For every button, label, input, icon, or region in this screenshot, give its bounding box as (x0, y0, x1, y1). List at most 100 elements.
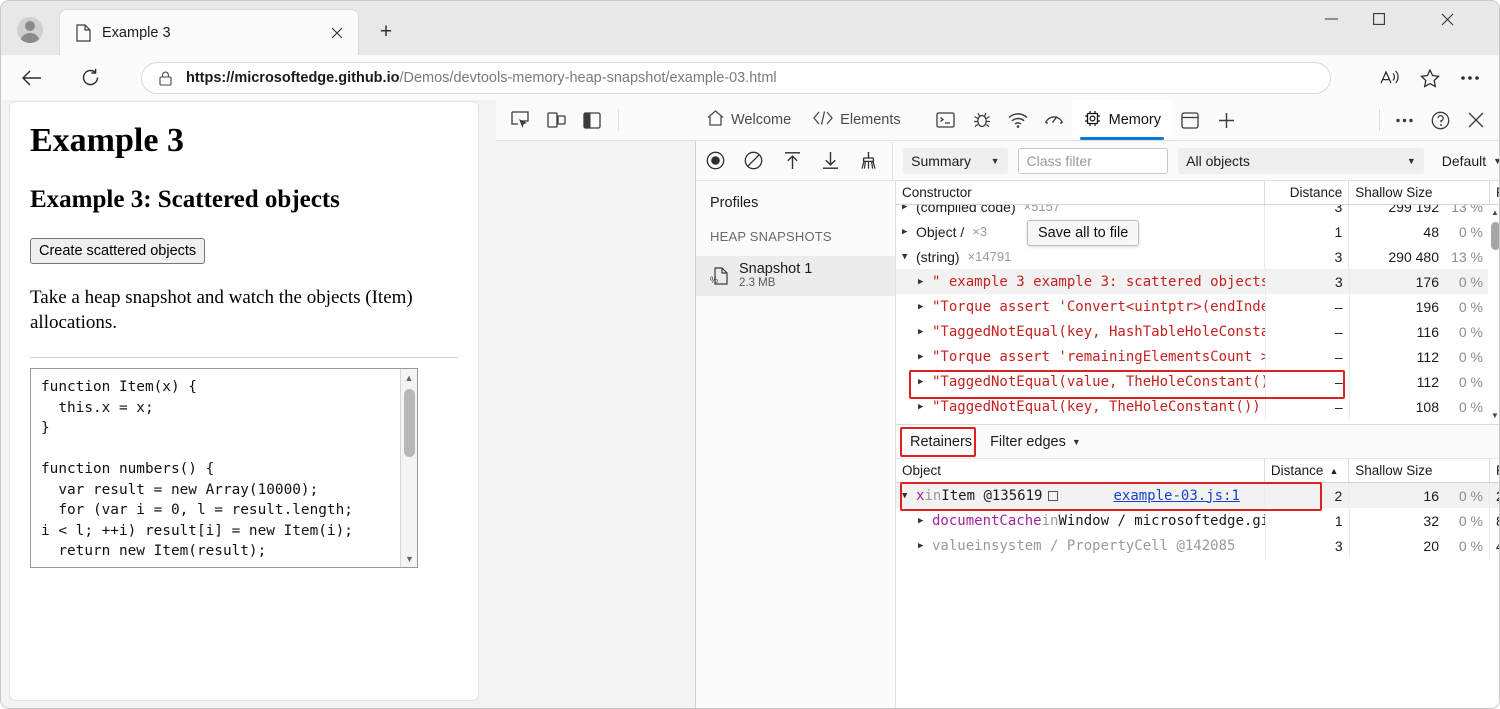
column-shallow-size[interactable]: Shallow Size (1349, 181, 1490, 204)
instance-count: ×14791 (967, 249, 1012, 264)
table-row[interactable]: ▶ "Torque assert 'Convert<uintptr>(endInd… (896, 294, 1499, 319)
chevron-right-icon[interactable]: ▶ (918, 377, 932, 387)
cell-shallow-size: 20 0 % (1350, 533, 1490, 558)
browser-tab[interactable]: Example 3 (59, 9, 359, 55)
reload-icon[interactable] (73, 61, 107, 95)
retainer-property: documentCache (932, 512, 1042, 529)
table-row[interactable]: ▼x in Item @135619 example-03.js:1 2 16 0 % 2… (896, 483, 1499, 508)
default-select[interactable]: Default ▼ (1442, 153, 1499, 169)
column-distance[interactable]: Distance ▲ (1265, 459, 1350, 482)
url-input[interactable]: https://microsoftedge.github.io/Demos/de… (141, 62, 1331, 94)
snapshot-list-item[interactable]: % Snapshot 1 2.3 MB (696, 256, 895, 296)
constructor-scrollbar[interactable]: ▲ ▼ (1488, 205, 1499, 424)
view-select[interactable]: Summary ▼ (903, 147, 1008, 174)
table-row[interactable]: ▶Object /×31480 %322 89214 % (896, 219, 1499, 244)
cell-shallow-size: 32 0 % (1350, 508, 1490, 533)
cell-retained-size: 814 82435 % (1490, 508, 1499, 533)
performance-icon[interactable] (1036, 103, 1072, 137)
new-tab-button[interactable]: + (373, 19, 399, 45)
class-filter-input[interactable]: Class filter (1017, 147, 1169, 174)
code-scrollbar[interactable]: ▲ ▼ (400, 369, 417, 568)
devtools-close-icon[interactable] (1458, 103, 1494, 137)
application-panel-icon[interactable] (1172, 103, 1208, 137)
chevron-right-icon[interactable]: ▶ (918, 277, 932, 287)
table-row[interactable]: ▶ "TaggedNotEqual(key, TheHoleConstant())… (896, 394, 1499, 419)
retainers-tab[interactable]: Retainers (902, 431, 980, 453)
window-minimize-button[interactable] (1307, 1, 1355, 37)
retainer-in-keyword: in (924, 487, 942, 504)
tab-memory[interactable]: Memory (1071, 100, 1172, 140)
chevron-right-icon[interactable]: ▶ (918, 516, 932, 526)
column-retained-size[interactable]: Retained Size (1490, 459, 1499, 482)
chevron-right-icon[interactable]: ▶ (918, 327, 932, 337)
device-toolbar-icon[interactable] (538, 103, 574, 137)
scrollbar-thumb[interactable] (404, 389, 415, 458)
objects-select[interactable]: All objects ▼ (1178, 147, 1424, 174)
filter-edges-dropdown[interactable]: Filter edges ▼ (984, 431, 1087, 453)
inspect-icon[interactable] (502, 103, 538, 137)
chevron-down-icon[interactable]: ▼ (902, 491, 916, 501)
network-icon[interactable] (1000, 103, 1036, 137)
window-close-button[interactable] (1423, 1, 1471, 37)
column-retained-size[interactable]: Retained Size ▼ (1490, 181, 1499, 204)
tab-elements[interactable]: Elements (802, 100, 911, 140)
url-path: /Demos/devtools-memory-heap-snapshot/exa… (399, 70, 777, 86)
code-textarea[interactable]: function Item(x) { this.x = x; } functio… (30, 368, 418, 569)
scroll-up-icon[interactable]: ▲ (1488, 205, 1499, 219)
table-row[interactable]: ▼(string)×147913290 48013 %290 72013 % (896, 244, 1499, 269)
save-all-to-file-tooltip[interactable]: Save all to file (1027, 220, 1140, 246)
constructor-name: (string) (916, 248, 960, 265)
debugger-icon[interactable] (964, 103, 1000, 137)
browser-settings-ellipsis-icon[interactable] (1453, 61, 1487, 95)
collect-garbage-broom-icon[interactable] (850, 142, 888, 180)
scroll-down-icon[interactable]: ▼ (401, 550, 417, 567)
dock-side-icon[interactable] (574, 103, 610, 137)
chevron-right-icon[interactable]: ▶ (902, 205, 916, 212)
column-object[interactable]: Object (896, 459, 1265, 482)
scroll-down-icon[interactable]: ▼ (1488, 408, 1499, 422)
load-profile-upload-icon[interactable] (773, 142, 811, 180)
table-row[interactable]: ▶(compiled code)×51573299 19213 %399 192… (896, 205, 1499, 219)
close-icon[interactable] (326, 22, 348, 44)
star-icon[interactable] (1413, 61, 1447, 95)
column-constructor[interactable]: Constructor (896, 181, 1265, 204)
profile-button[interactable] (9, 11, 51, 49)
tab-welcome[interactable]: Welcome (696, 100, 802, 140)
table-row[interactable]: ▶ "Torque assert 'remainingElementsCount … (896, 344, 1499, 369)
table-row[interactable]: ▶ " example 3 example 3: scattered object… (896, 269, 1499, 294)
scrollbar-thumb[interactable] (1491, 222, 1499, 250)
help-icon[interactable] (1422, 103, 1458, 137)
save-profile-download-icon[interactable] (811, 142, 849, 180)
table-row[interactable]: ▶ documentCache in Window / microsoftedge… (896, 508, 1499, 533)
read-aloud-icon[interactable] (1373, 61, 1407, 95)
table-row[interactable]: ▶ "TaggedNotEqual(key, HashTableHoleConst… (896, 319, 1499, 344)
chevron-right-icon[interactable]: ▶ (918, 402, 932, 412)
chevron-right-icon[interactable]: ▶ (902, 227, 916, 237)
cell-constructor: ▶ "TaggedNotEqual(key, TheHoleConstant())… (896, 394, 1266, 419)
source-link[interactable]: example-03.js:1 (1113, 488, 1239, 504)
chevron-right-icon[interactable]: ▶ (918, 352, 932, 362)
devtools-more-ellipsis-icon[interactable] (1386, 103, 1422, 137)
value: 232 (1496, 488, 1499, 504)
profiles-title: Profiles (710, 195, 759, 211)
clear-icon[interactable] (734, 142, 772, 180)
column-distance[interactable]: Distance (1265, 181, 1350, 204)
chevron-right-icon[interactable]: ▶ (918, 541, 932, 551)
record-icon[interactable] (696, 142, 734, 180)
table-row[interactable]: ▶ value in system / PropertyCell @142085 3… (896, 533, 1499, 558)
chevron-right-icon[interactable]: ▶ (918, 302, 932, 312)
window-maximize-button[interactable] (1355, 1, 1403, 37)
create-scattered-objects-button[interactable]: Create scattered objects (30, 238, 206, 264)
back-arrow-icon[interactable] (15, 61, 49, 95)
scroll-up-icon[interactable]: ▲ (401, 369, 417, 386)
cell-constructor: ▶ "TaggedNotEqual(key, HashTableHoleConst… (896, 319, 1266, 344)
object-reveal-icon[interactable] (1048, 490, 1059, 501)
value: 112 (1416, 348, 1439, 365)
column-shallow-size[interactable]: Shallow Size (1349, 459, 1490, 482)
console-icon[interactable] (928, 103, 964, 137)
chevron-down-icon[interactable]: ▼ (902, 252, 916, 262)
retainer-property: x (916, 487, 925, 504)
lock-icon (156, 71, 174, 86)
add-panel-button[interactable] (1208, 103, 1244, 137)
table-row[interactable]: ▶ "TaggedNotEqual(value, TheHoleConstant(… (896, 369, 1499, 394)
